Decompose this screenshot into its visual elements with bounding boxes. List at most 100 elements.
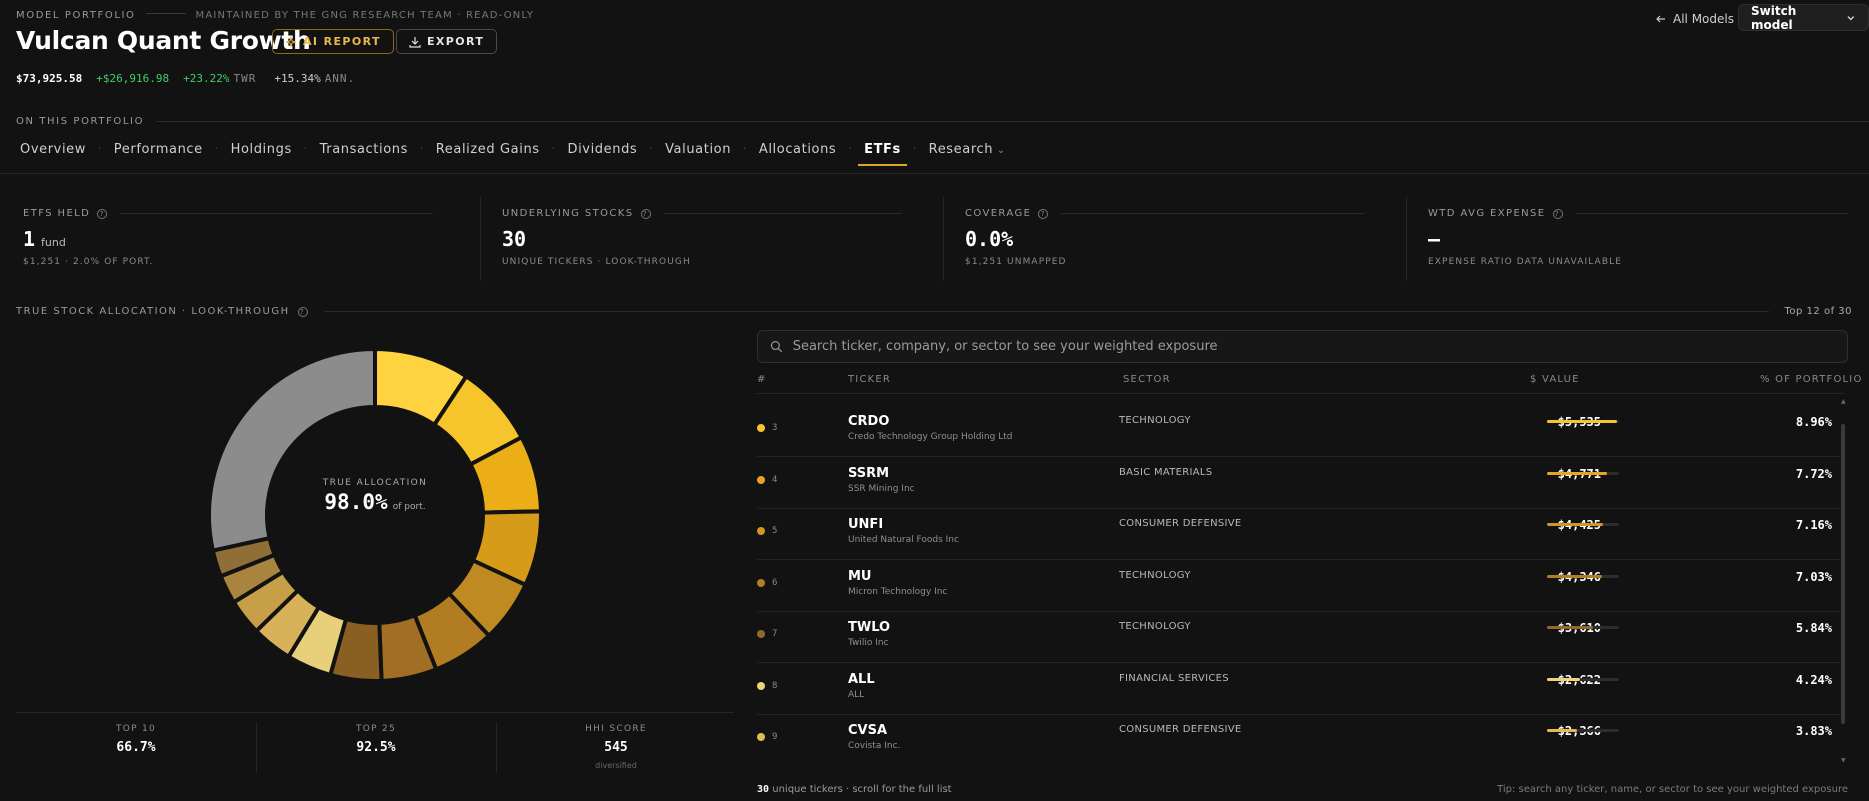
stat-label: HHI SCORE — [585, 724, 647, 734]
row-color-dot — [757, 733, 765, 741]
research-chevron-icon: ⌄ — [993, 145, 1006, 156]
ai-report-label: AI REPORT — [303, 35, 381, 48]
row-color-dot — [757, 527, 765, 535]
kpi-card: ETFS HELD? 1 fund $1,251 · 2.0% OF PORT. — [23, 208, 433, 267]
col-pct-header[interactable]: % OF PORTFOLIO — [1760, 374, 1863, 385]
allocation-section-label: TRUE STOCK ALLOCATION · LOOK-THROUGH — [16, 306, 290, 317]
tab-realized-gains[interactable]: Realized Gains — [430, 142, 546, 157]
scrollbar-thumb[interactable] — [1841, 424, 1845, 724]
stat-sub: diversified — [595, 761, 637, 770]
donut-center-suffix: of port. — [392, 502, 426, 512]
donut-center: TRUE ALLOCATION 98.0% of port. — [275, 478, 475, 514]
scroll-up-icon[interactable]: ▲ — [1841, 398, 1846, 405]
help-icon[interactable]: ? — [640, 208, 651, 219]
table-row[interactable]: 6MUMicron Technology IncTECHNOLOGY$4,346… — [757, 561, 1844, 612]
row-color-dot — [757, 578, 765, 587]
kpi-value: 1 — [23, 227, 36, 251]
tab-allocations[interactable]: Allocations — [753, 142, 842, 157]
row-pct-bar-fill — [1547, 471, 1608, 475]
row-company: ALL — [848, 689, 865, 700]
search-input[interactable] — [792, 339, 1835, 354]
kpi-value-row: 1 fund — [23, 227, 433, 251]
kicker-label: MODEL PORTFOLIO — [16, 10, 136, 21]
tab-separator: · — [743, 144, 747, 155]
ai-report-button[interactable]: AI REPORT — [272, 29, 394, 54]
row-pct-bar — [1547, 420, 1619, 423]
table-row[interactable]: 9CVSACovista Inc.CONSUMER DEFENSIVE$2,36… — [757, 715, 1844, 764]
table-row[interactable]: 4SSRMSSR Mining IncBASIC MATERIALS$4,771… — [757, 458, 1844, 509]
col-value-header[interactable]: $ VALUE — [1530, 374, 1580, 385]
help-icon[interactable]: ? — [1552, 208, 1563, 219]
col-sector-header[interactable]: SECTOR — [1123, 374, 1171, 385]
scroll-down-icon[interactable]: ▼ — [1841, 757, 1846, 764]
tab-separator: · — [214, 144, 219, 155]
exposure-search[interactable] — [757, 330, 1848, 363]
row-pct-bar — [1547, 677, 1619, 681]
portfolio-stats: $73,925.58 +$26,916.98 +23.22% TWR +15.34% AN… — [16, 67, 369, 86]
row-rank: 3 — [772, 423, 778, 433]
tab-overview[interactable]: Overview — [14, 142, 92, 157]
kpi-label: WTD AVG EXPENSE — [1428, 208, 1546, 219]
row-pct-bar-fill — [1547, 420, 1617, 423]
tab-etfs[interactable]: ETFs — [858, 142, 907, 166]
table-row[interactable]: 5 UNFI United Natural Foods Inc CONSUMER DE… — [757, 509, 1844, 560]
tab-holdings[interactable]: Holdings — [225, 142, 298, 157]
table-row[interactable]: 8ALLALLFINANCIAL SERVICES$2,6224.24% — [757, 664, 1844, 715]
kpi-value: 0.0% — [965, 227, 1014, 251]
table-footer-count: 30 unique tickers · scroll for the full … — [757, 784, 952, 795]
kpi-separator — [943, 197, 944, 281]
kpi-sub: $1,251 · 2.0% OF PORT. — [23, 257, 154, 267]
stat-value: 66.7% — [116, 740, 156, 755]
kpi-value: — — [1428, 227, 1441, 251]
row-pct-bar — [1547, 626, 1619, 629]
kpi-separator — [1406, 197, 1407, 281]
table-row[interactable]: 3 CRDO Credo Technology Group Holding Ltd T… — [757, 406, 1844, 457]
tab-valuation[interactable]: Valuation — [659, 142, 737, 157]
row-company: Covista Inc. — [848, 741, 901, 751]
donut-segment[interactable] — [207, 346, 377, 553]
switch-model-button[interactable]: Switch model — [1738, 3, 1869, 32]
help-icon[interactable]: ? — [1038, 208, 1049, 219]
allocation-donut — [207, 346, 544, 683]
row-pct: 7.03% — [1795, 569, 1832, 584]
tab-separator: · — [551, 144, 556, 155]
kpi-value: 30 — [502, 227, 527, 251]
kpi-value-row: 30 — [502, 227, 902, 251]
export-button[interactable]: EXPORT — [396, 29, 498, 54]
donut-center-value: 98.0% — [324, 490, 388, 514]
kicker-rule — [145, 13, 186, 14]
tab-research[interactable]: Research ⌄ — [923, 142, 1012, 157]
search-icon — [770, 341, 783, 353]
row-sector: TECHNOLOGY — [1119, 621, 1191, 632]
tab-dividends[interactable]: Dividends — [561, 142, 643, 157]
row-pct: 7.16% — [1795, 518, 1832, 532]
donut-center-label: TRUE ALLOCATION — [322, 478, 428, 488]
kpi-label-row: ETFS HELD? — [23, 208, 433, 219]
tab-performance[interactable]: Performance — [108, 142, 209, 157]
ticker-count: 30 — [757, 784, 770, 795]
ticker-count-text: unique tickers · scroll for the full lis… — [772, 784, 952, 795]
tab-separator: · — [649, 144, 654, 155]
table-row[interactable]: 7TWLOTwilio IncTECHNOLOGY$3,6105.84% — [757, 612, 1844, 663]
kpi-sub: EXPENSE RATIO DATA UNAVAILABLE — [1428, 257, 1622, 267]
kpi-value-suffix: fund — [41, 236, 66, 249]
tab-transactions[interactable]: Transactions — [314, 142, 414, 157]
row-sector: CONSUMER DEFENSIVE — [1119, 518, 1242, 529]
help-icon[interactable]: ? — [297, 306, 308, 317]
switch-model-label: Switch model — [1751, 3, 1797, 32]
row-ticker: SSRM — [848, 465, 890, 481]
tab-separator: · — [303, 144, 308, 155]
twr-value: +23.22% — [183, 72, 230, 85]
row-pct-bar — [1547, 574, 1619, 578]
col-ticker-header[interactable]: TICKER — [848, 374, 891, 385]
table-scrollbar[interactable]: ▲ ▼ — [1840, 396, 1846, 766]
row-pct-bar-fill — [1547, 626, 1593, 629]
header-kicker: MODEL PORTFOLIO MAINTAINED BY THE GNG RES… — [16, 3, 534, 22]
help-icon[interactable]: ? — [97, 208, 108, 219]
allocation-section-header: TRUE STOCK ALLOCATION · LOOK-THROUGH ? T… — [16, 306, 1852, 317]
row-sector: TECHNOLOGY — [1119, 415, 1191, 426]
allocation-stat: TOP 10 66.7% — [56, 724, 216, 761]
row-pct-bar-fill — [1547, 729, 1577, 732]
nav-section-label: ON THIS PORTFOLIO — [16, 116, 145, 127]
all-models-link[interactable]: All Models — [1655, 12, 1734, 26]
